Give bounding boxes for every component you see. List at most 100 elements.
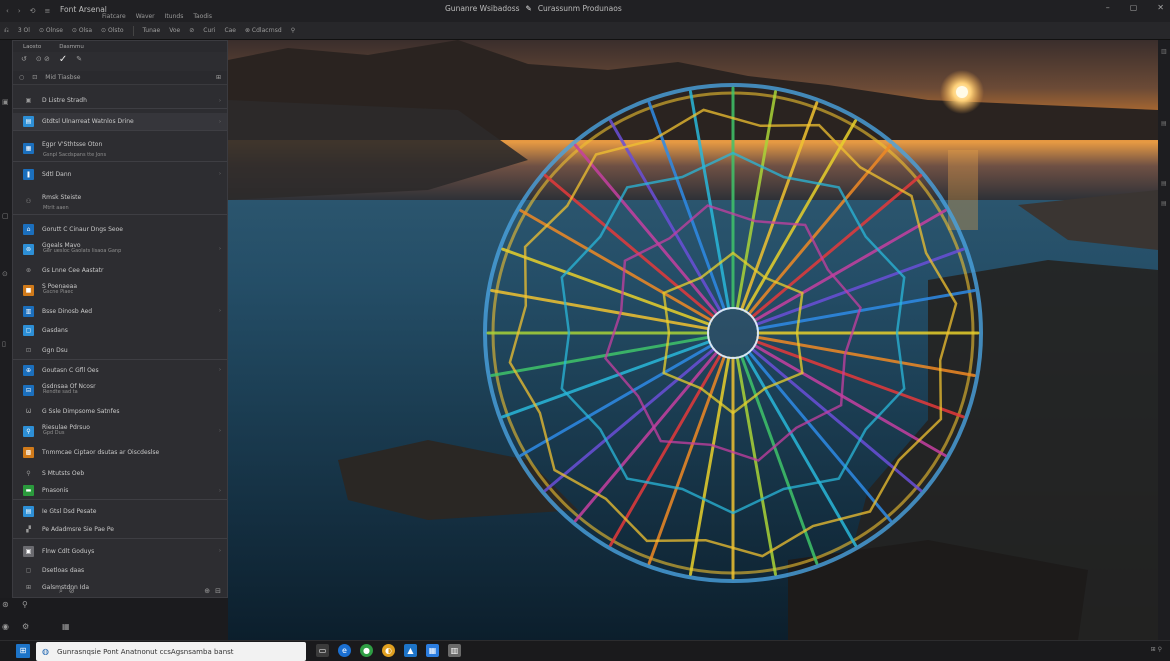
chevron-icon[interactable]: › <box>219 119 221 125</box>
toolbar-item[interactable]: ⚲ <box>291 27 295 34</box>
add-icon[interactable]: ⊕ <box>204 587 210 595</box>
chevron-icon[interactable]: › <box>219 428 221 434</box>
back-icon[interactable]: ‹ <box>6 7 9 15</box>
layer-name: Flnw Cdlt Goduys <box>42 547 95 555</box>
layer-thumbnail-icon: ⊛ <box>25 266 32 274</box>
layer-item[interactable]: ▣ D Listre Stradh › <box>13 93 227 109</box>
chevron-icon[interactable]: › <box>219 308 221 314</box>
taskbar-app-printer-icon[interactable]: ▭ <box>316 644 329 657</box>
chevron-icon[interactable]: › <box>219 98 221 104</box>
taskbar-search[interactable]: ◍ Gunrasnqsie Pont Anatnonut ccsAgsnsamb… <box>36 642 306 661</box>
layer-item[interactable]: ⚲ Riesulae Pdrsuo Gpd Dus › <box>13 422 227 440</box>
toolbar-item[interactable]: Curi <box>203 27 215 34</box>
forward-icon[interactable]: › <box>18 7 21 15</box>
layer-item[interactable]: ⌂ Gorutt C Cinaur Dngs Seoe <box>13 220 227 238</box>
chevron-icon[interactable]: › <box>219 367 221 373</box>
scroll-icon[interactable]: ▤ <box>1161 120 1167 127</box>
maximize-icon[interactable]: ▢ <box>1130 3 1138 12</box>
close-icon[interactable]: ✕ <box>1157 3 1164 12</box>
toolbar-item[interactable]: ⊗ Cdlacrnsd <box>245 27 282 34</box>
refresh-icon[interactable]: ↺ <box>21 55 27 63</box>
check-icon[interactable]: ✓ <box>59 54 67 65</box>
minimize-icon[interactable]: – <box>1106 3 1110 12</box>
start-button[interactable]: ⊞ <box>16 644 30 658</box>
folder-icon[interactable]: ⊡ <box>32 74 37 81</box>
toolbar-item[interactable]: ⊙ Olsa <box>72 27 92 34</box>
edit-icon[interactable]: ✎ <box>76 55 82 63</box>
layer-name: Bsse Dinosb Aed <box>42 307 93 315</box>
layer-item[interactable]: ▬ Pnasonis › <box>13 482 227 500</box>
layer-item[interactable]: ⊛ Gs Lnne Cee Aastatr <box>13 261 227 279</box>
layer-item[interactable]: ▥ Bsse Dinosb Aed › <box>13 302 227 320</box>
undo-icon[interactable]: ⟲ <box>30 7 36 15</box>
image-canvas[interactable] <box>228 40 1158 640</box>
layer-item[interactable]: ⊟ Gsdnsaa Of Ncosr Rendte sad ta <box>13 381 227 399</box>
layer-item[interactable]: ▢ Dsetloas daas <box>13 561 227 579</box>
chrome-icon[interactable]: ◉ <box>2 622 9 631</box>
menu-item[interactable]: Waver <box>136 13 155 20</box>
layer-item[interactable]: ▤ Ie Gtsl Dsd Pesate <box>13 502 227 520</box>
layer-thumbnail-icon: ⊟ <box>23 384 34 396</box>
toolbar-item[interactable]: Voe <box>169 27 180 34</box>
system-tray[interactable]: ⊞ ⚲ <box>1151 646 1162 653</box>
toolbar-item[interactable]: Tunae <box>143 27 161 34</box>
layer-item[interactable]: ⚲ S Mtutsts Oeb <box>13 464 227 482</box>
delete-icon[interactable]: ⊟ <box>215 587 221 595</box>
layer-item[interactable]: Ѡ G Ssle Dimpsome Satnfes <box>13 402 227 420</box>
visibility-icon[interactable]: ⊙ ⊘ <box>36 55 50 63</box>
taskbar-app-edge-icon[interactable]: e <box>338 644 351 657</box>
scroll-icon[interactable]: ▤ <box>1161 200 1167 207</box>
nav-icon[interactable]: ⚲ <box>22 600 28 609</box>
taskbar-app-photos-icon[interactable]: ▲ <box>404 644 417 657</box>
window-controls: – ▢ ✕ <box>1106 3 1164 12</box>
taskbar-app-store-icon[interactable]: ▦ <box>426 644 439 657</box>
layer-item[interactable]: ⊡ Ggn Dsu <box>13 342 227 360</box>
tool-icon[interactable]: ▢ <box>2 212 9 220</box>
layer-item[interactable]: ▣ Flnw Cdlt Goduys › <box>13 542 227 560</box>
toolbar-item[interactable]: ⊘ <box>189 27 194 34</box>
toolbar-divider <box>132 25 134 36</box>
layer-item[interactable]: ▤ Gtdtsl Ulnarreat Watnlos Drine › <box>13 113 227 131</box>
menu-icon[interactable]: ≡ <box>45 7 51 15</box>
mask-icon[interactable]: ⊘ <box>69 587 75 595</box>
layer-item[interactable]: ▞ Pe Adadmsre Sie Pae Pe <box>13 521 227 539</box>
layer-thumbnail-icon: ⚇ <box>25 198 32 205</box>
layer-item[interactable]: ■ S Poenaeaa Gscne Piaec <box>13 281 227 299</box>
layer-item[interactable]: ▢ Gasdans <box>13 321 227 339</box>
scroll-icon[interactable]: ▤ <box>1161 180 1167 187</box>
menu-item[interactable]: Taodis <box>193 13 212 20</box>
grid-icon[interactable]: ▦ <box>62 622 70 631</box>
layer-item[interactable]: ⚇ Rmsk Steiste Mtrlt aaen <box>13 189 227 215</box>
layer-item[interactable]: ❚ Sdtl Dann › <box>13 165 227 183</box>
lock-icon[interactable]: ○ <box>19 74 24 81</box>
chevron-icon[interactable]: › <box>219 548 221 554</box>
menu-item[interactable]: Fiatcare <box>102 13 126 20</box>
search-icon[interactable]: ⌕ <box>59 587 63 596</box>
globe-icon[interactable]: ⊛ <box>2 600 9 609</box>
chevron-icon[interactable]: › <box>219 246 221 252</box>
taskbar-app-firefox-icon[interactable]: ◐ <box>382 644 395 657</box>
layer-name: Egpr V'Sthtsse Oton <box>42 141 103 148</box>
tool-icon[interactable]: ⊙ <box>2 270 8 278</box>
layer-item[interactable]: ▩ Tnmmcae Ciptaor dsutas ar Oiscdeslse <box>13 443 227 461</box>
tool-icon[interactable]: ▣ <box>2 98 9 106</box>
new-layer-icon[interactable]: ⊞ <box>216 74 221 81</box>
taskbar-app-chrome-icon[interactable]: ● <box>360 644 373 657</box>
layer-item[interactable]: ⊚ Ggeals Mavo Ger uesloc Gaolats lisaoa Ga… <box>13 240 227 258</box>
layer-item[interactable]: ▦ Egpr V'Sthtsse Oton Gsnpl Sacdspans tte … <box>13 136 227 162</box>
chevron-icon[interactable]: › <box>219 488 221 494</box>
taskbar-app-files-icon[interactable]: ▥ <box>448 644 461 657</box>
settings-icon[interactable]: ⚙ <box>22 622 29 631</box>
toolbar-item[interactable]: ⊙ Olnse <box>39 27 63 34</box>
toolbar-item[interactable]: 3 Ol <box>18 27 30 34</box>
toolbar-item[interactable]: Cae <box>224 27 236 34</box>
layer-item[interactable]: ⊕ Goutasn C Gfll Oes › <box>13 361 227 379</box>
tool-icon[interactable]: ▯ <box>2 340 6 348</box>
chevron-icon[interactable]: › <box>219 171 221 177</box>
tab-layers[interactable]: Laosto <box>23 44 41 50</box>
toolbar-item[interactable]: ⊙ Olsto <box>101 27 123 34</box>
panel-toggle-icon[interactable]: ▥ <box>1161 48 1167 55</box>
tab-channels[interactable]: Dasmmu <box>59 44 84 50</box>
toolbar-item[interactable]: ⎌ <box>4 27 9 35</box>
menu-item[interactable]: Itunds <box>165 13 184 20</box>
